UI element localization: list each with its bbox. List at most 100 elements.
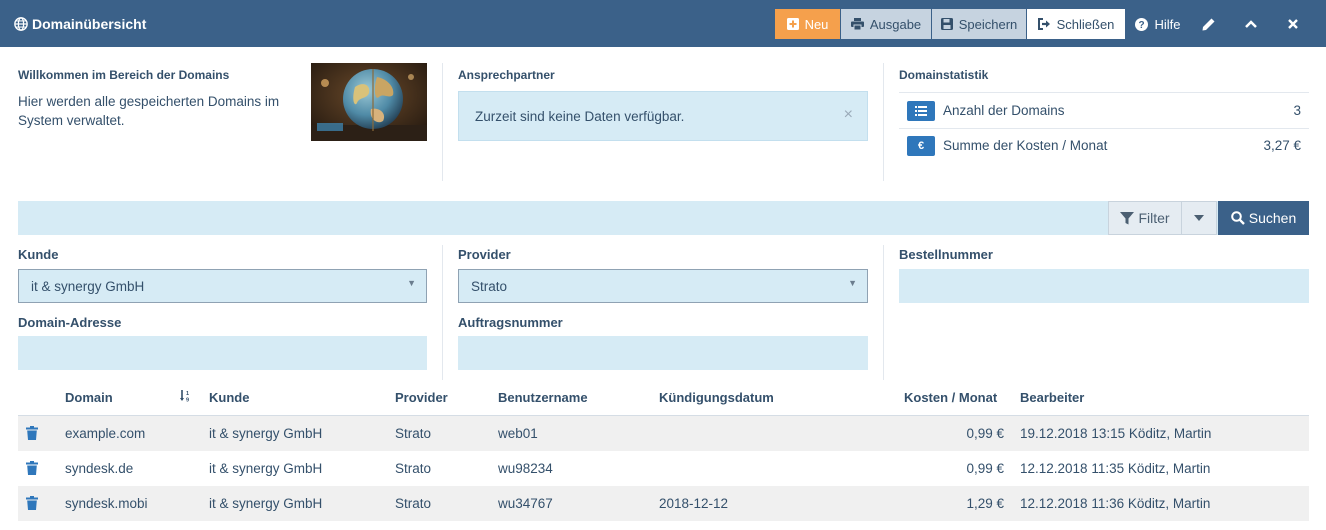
plus-square-icon (786, 18, 799, 30)
close-view-button[interactable]: Schließen (1027, 9, 1125, 39)
help-button[interactable]: ? Hilfe (1130, 9, 1186, 39)
cell-editor: 12.12.2018 11:35 Köditz, Martin (1020, 461, 1211, 476)
order-number-input[interactable] (899, 269, 1309, 303)
cell-customer: it & synergy GmbH (209, 461, 323, 476)
collapse-button[interactable] (1239, 9, 1269, 39)
table-header: Domain 19 Kunde Provider Benutzername Kü… (18, 380, 1309, 416)
cell-editor: 19.12.2018 13:15 Köditz, Martin (1020, 426, 1212, 441)
search-button[interactable]: Suchen (1218, 201, 1309, 235)
provider-label: Provider (458, 247, 511, 262)
job-number-input[interactable] (458, 336, 868, 370)
cell-domain: example.com (65, 426, 146, 441)
column-divider (883, 63, 884, 181)
filter-button[interactable]: Filter (1108, 201, 1182, 235)
cell-provider: Strato (395, 461, 432, 476)
column-header-provider[interactable]: Provider (395, 390, 448, 405)
sign-out-icon (1037, 18, 1050, 30)
cell-provider: Strato (395, 496, 432, 511)
cell-cost: 0,99 € (966, 426, 1004, 441)
job-number-label: Auftragsnummer (458, 315, 563, 330)
search-icon (1230, 211, 1245, 225)
alert-close-button[interactable]: × (844, 106, 853, 124)
cell-cancellation-date: 2018-12-12 (659, 496, 729, 511)
svg-text:9: 9 (186, 398, 189, 403)
page-title: Domainübersicht (14, 0, 146, 47)
customer-select[interactable]: it & synergy GmbH ▼ (18, 269, 427, 303)
save-button[interactable]: Speichern (932, 9, 1026, 39)
trash-icon[interactable] (26, 426, 38, 440)
welcome-heading: Willkommen im Bereich der Domains (18, 68, 230, 82)
table-row[interactable]: syndesk.mobi it & synergy GmbH Strato wu… (18, 486, 1309, 521)
welcome-text: Hier werden alle gespeicherten Domains i… (18, 94, 280, 128)
globe-image (311, 63, 427, 141)
provider-select[interactable]: Strato ▼ (458, 269, 868, 303)
table-row[interactable]: syndesk.de it & synergy GmbH Strato wu98… (18, 451, 1309, 486)
svg-text:?: ? (1139, 20, 1145, 31)
cell-provider: Strato (395, 426, 432, 441)
chevron-down-icon: ▼ (407, 278, 416, 288)
filter-button-label: Filter (1138, 210, 1170, 226)
close-view-button-label: Schließen (1056, 16, 1115, 32)
column-header-editor[interactable]: Bearbeiter (1020, 390, 1084, 405)
column-header-username[interactable]: Benutzername (498, 390, 588, 405)
stat-domain-count: Anzahl der Domains 3 (899, 93, 1309, 128)
cell-customer: it & synergy GmbH (209, 496, 323, 511)
pencil-icon (1202, 18, 1214, 30)
column-header-customer[interactable]: Kunde (209, 390, 249, 405)
contact-heading: Ansprechpartner (458, 68, 555, 82)
stat-value: 3 (1293, 103, 1301, 118)
search-button-label: Suchen (1248, 210, 1297, 226)
help-button-label: Hilfe (1154, 16, 1181, 32)
cell-domain: syndesk.mobi (65, 496, 148, 511)
stat-cost-sum: € Summe der Kosten / Monat 3,27 € (899, 128, 1309, 163)
new-button[interactable]: Neu (775, 9, 840, 39)
table-row[interactable]: example.com it & synergy GmbH Strato web… (18, 416, 1309, 451)
trash-icon[interactable] (26, 461, 38, 475)
new-button-label: Neu (804, 16, 829, 32)
globe-icon (14, 16, 28, 31)
cell-username: wu34767 (498, 496, 553, 511)
cell-cost: 0,99 € (966, 461, 1004, 476)
list-icon (907, 100, 935, 121)
cell-domain: syndesk.de (65, 461, 134, 476)
column-header-cancellation-date[interactable]: Kündigungsdatum (659, 390, 774, 405)
cell-customer: it & synergy GmbH (209, 426, 323, 441)
column-header-domain[interactable]: Domain (65, 390, 113, 405)
euro-icon: € (907, 135, 935, 156)
chevron-down-icon: ▼ (848, 278, 857, 288)
caret-down-icon (1194, 215, 1204, 221)
stats-heading: Domainstatistik (899, 68, 989, 82)
filter-dropdown-button[interactable] (1182, 201, 1217, 235)
output-button[interactable]: Ausgabe (841, 9, 931, 39)
stat-label: Summe der Kosten / Monat (943, 138, 1108, 153)
column-divider (442, 245, 443, 380)
close-button[interactable] (1281, 9, 1311, 39)
filter-icon (1120, 211, 1135, 224)
order-number-label: Bestellnummer (899, 247, 993, 262)
chevron-up-icon (1245, 20, 1257, 28)
save-icon (940, 18, 953, 30)
column-divider (883, 245, 884, 380)
customer-label: Kunde (18, 247, 59, 262)
svg-text:1: 1 (186, 391, 189, 397)
print-icon (850, 18, 864, 30)
cell-cost: 1,29 € (966, 496, 1004, 511)
page-title-text: Domainübersicht (32, 15, 147, 32)
help-circle-icon: ? (1135, 17, 1149, 31)
cell-username: web01 (498, 426, 538, 441)
trash-icon[interactable] (26, 496, 38, 510)
close-icon (1288, 19, 1298, 29)
cell-editor: 12.12.2018 11:36 Köditz, Martin (1020, 496, 1211, 511)
header-bar: Domainübersicht Neu Ausgabe Speichern Sc… (0, 0, 1326, 47)
column-divider (442, 63, 443, 181)
alert-text: Zurzeit sind keine Daten verfügbar. (475, 108, 685, 124)
provider-select-value: Strato (471, 278, 508, 294)
stat-label: Anzahl der Domains (943, 103, 1065, 118)
sort-icon[interactable]: 19 (180, 390, 192, 405)
domain-address-input[interactable] (18, 336, 427, 370)
column-header-cost[interactable]: Kosten / Monat (904, 390, 997, 405)
no-data-alert: Zurzeit sind keine Daten verfügbar. × (458, 91, 868, 141)
cell-username: wu98234 (498, 461, 553, 476)
save-button-label: Speichern (958, 16, 1018, 32)
edit-button[interactable] (1196, 9, 1226, 39)
